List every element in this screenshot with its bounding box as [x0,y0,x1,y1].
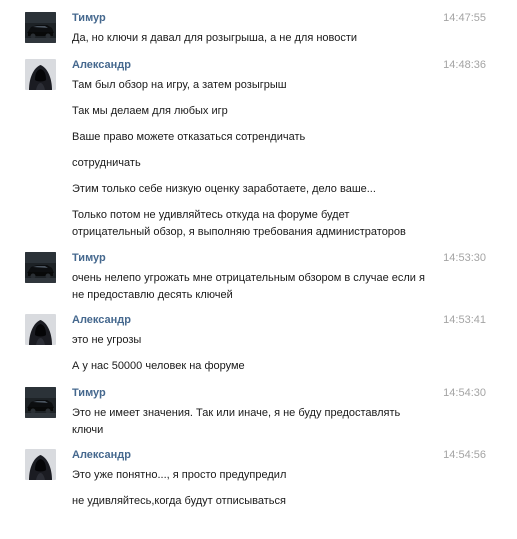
message-text: не предоставлю десять ключей [72,289,233,301]
message-text: А у нас 50000 человек на форуме [72,360,245,372]
message-text: Этим только себе низкую оценку заработае… [72,183,376,195]
message-thread: Тимур 14:47:55 Да, но ключи я давал для ро… [0,0,517,539]
message-timestamp: 14:47:55 [443,12,486,24]
car-photo-avatar[interactable] [25,12,56,43]
message-timestamp: 14:48:36 [443,59,486,71]
author-name-link[interactable]: Тимур [72,252,106,265]
car-photo-avatar[interactable] [25,252,56,283]
message-text: Ваше право можете отказаться сотрендичат… [72,131,306,143]
message-text: не удивляйтесь,когда будут отписываться [72,495,286,507]
author-name-link[interactable]: Александр [72,59,131,72]
message-text: отрицательный обзор, я выполняю требован… [72,226,406,238]
author-name-link[interactable]: Тимур [72,12,106,25]
message-text: очень нелепо угрожать мне отрицательным … [72,272,425,284]
author-name-link[interactable]: Александр [72,314,131,327]
message-timestamp: 14:54:30 [443,387,486,399]
message-text: Да, но ключи я давал для розыгрыша, а не… [72,32,358,44]
message-text: Только потом не удивляйтесь откуда на фо… [72,209,350,221]
message-timestamp: 14:54:56 [443,449,486,461]
author-name-link[interactable]: Александр [72,449,131,462]
hooded-figure-avatar[interactable] [25,449,56,480]
message-timestamp: 14:53:41 [443,314,486,326]
author-name-link[interactable]: Тимур [72,387,106,400]
message-timestamp: 14:53:30 [443,252,486,264]
hooded-figure-avatar[interactable] [25,59,56,90]
car-photo-avatar[interactable] [25,387,56,418]
message-text: Там был обзор на игру, а затем розыгрыш [72,79,287,91]
message-text: ключи [72,424,104,436]
message-text: сотрудничать [72,157,141,169]
hooded-figure-avatar[interactable] [25,314,56,345]
message-text: Это уже понятно..., я просто предупредил [72,469,287,481]
message-text: Так мы делаем для любых игр [72,105,228,117]
message-text: Это не имеет значения. Так или иначе, я … [72,407,401,419]
message-text: это не угрозы [72,334,142,346]
